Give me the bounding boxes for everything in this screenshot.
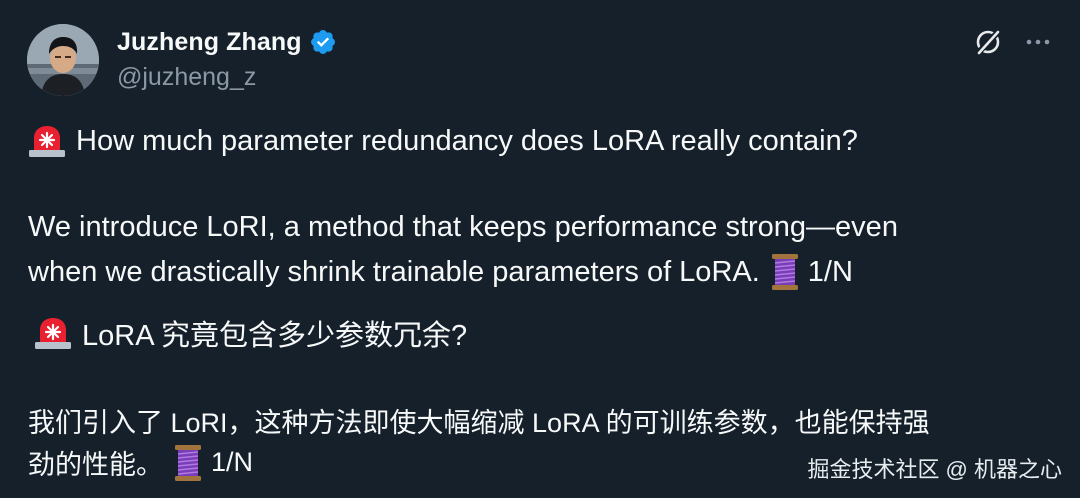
thread-spool-emoji <box>770 253 800 291</box>
tweet-text-zh-line-3: 劲的性能。 1/N <box>28 443 253 482</box>
more-options-icon[interactable] <box>1022 28 1054 56</box>
tweet-text-zh-line-1: LoRA 究竟包含多少参数冗余? <box>34 312 467 354</box>
rotating-light-emoji <box>28 124 66 158</box>
grok-icon[interactable] <box>972 26 1004 58</box>
avatar[interactable] <box>27 24 99 96</box>
tweet-text-en-line-1: How much parameter redundancy does LoRA … <box>28 124 858 158</box>
tweet-question-en: How much parameter redundancy does LoRA … <box>76 124 858 157</box>
thread-counter-en: 1/N <box>807 255 853 288</box>
author-name-row[interactable]: Juzheng Zhang <box>117 26 337 58</box>
tweet-text-zh-line-2: 我们引入了 LoRI，这种方法即使大幅缩减 LoRA 的可训练参数，也能保持强 <box>28 401 930 440</box>
rotating-light-emoji <box>34 316 72 350</box>
author-display-name[interactable]: Juzheng Zhang <box>117 28 302 57</box>
thread-counter-zh: 1/N <box>211 447 254 477</box>
tweet-text-en-line-2: We introduce LoRI, a method that keeps p… <box>28 211 898 244</box>
watermark: 掘金技术社区 @ 机器之心 <box>807 457 1062 482</box>
tweet-intro-zh-continued: 劲的性能。 <box>28 450 163 480</box>
thread-spool-emoji <box>173 444 203 482</box>
tweet-intro-en: We introduce LoRI, a method that keeps p… <box>28 211 898 243</box>
tweet-card: Juzheng Zhang @juzheng_z How much parame… <box>0 0 1080 498</box>
author-handle[interactable]: @juzheng_z <box>117 63 256 92</box>
tweet-intro-zh: 我们引入了 LoRI，这种方法即使大幅缩减 LoRA 的可训练参数，也能保持强 <box>28 408 930 438</box>
verified-badge-icon[interactable] <box>309 28 337 56</box>
tweet-intro-en-continued: when we drastically shrink trainable par… <box>28 255 760 288</box>
tweet-text-en-line-3: when we drastically shrink trainable par… <box>28 253 853 291</box>
tweet-question-zh: LoRA 究竟包含多少参数冗余? <box>82 320 468 352</box>
